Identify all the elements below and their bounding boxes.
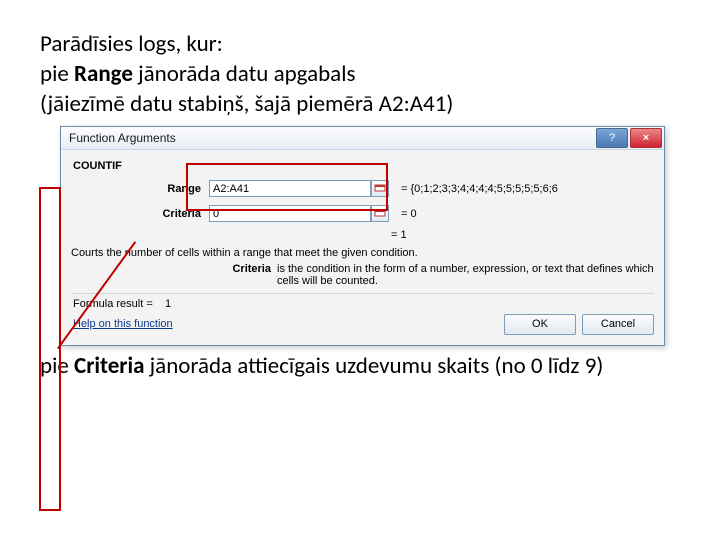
function-arguments-dialog: Function Arguments ? × COUNTIF Range = {… [60,126,665,346]
range-evaluation: = {0;1;2;3;3;4;4;4;4;5;5;5;5;5;6;6 [401,183,558,195]
close-icon: × [643,132,649,144]
dialog-title: Function Arguments [69,131,596,145]
dialog-footer: Help on this function OK Cancel [71,314,654,339]
range-input[interactable] [209,180,371,197]
arguments-area: Range = {0;1;2;3;3;4;4;4;4;5;5;5;5;5;6;6… [81,178,654,225]
criteria-label: Criteria [81,208,209,220]
collapse-icon [374,184,386,194]
intro-post: jānorāda datu apgabals [133,60,356,88]
criteria-desc-text: is the condition in the form of a number… [277,263,654,287]
ok-button[interactable]: OK [504,314,576,335]
close-button[interactable]: × [630,128,662,148]
formula-result: Formula result = 1 [73,298,654,310]
help-icon: ? [609,132,615,144]
range-collapse-button[interactable] [371,180,389,197]
overall-result: = 1 [391,229,654,241]
formula-result-value: 1 [165,298,171,310]
formula-result-label: Formula result = [73,298,153,310]
criteria-row: Criteria = 0 [81,203,654,225]
intro-line-3: (jāiezīmē datu stabiņš, šajā piemērā A2:… [40,90,453,118]
criteria-input[interactable] [209,205,371,222]
cancel-button[interactable]: Cancel [582,314,654,335]
criteria-desc-label: Criteria [71,263,277,287]
outro-paragraph: pie Criteria jānorāda attiecīgais uzdevu… [40,352,680,382]
dialog-body: COUNTIF Range = {0;1;2;3;3;4;4;4;4;5;5;5… [61,150,664,345]
intro-line-1: Parādīsies logs, kur: [40,30,223,58]
divider [71,293,654,294]
outro-bold-criteria: Criteria [74,352,144,380]
criteria-input-wrap [209,205,389,222]
annotation-rect-left [39,187,61,511]
outro-pre: pie [40,352,74,380]
range-input-wrap [209,180,389,197]
outro-post: jānorāda attiecīgais uzdevumu skaits (no… [144,352,603,380]
titlebar[interactable]: Function Arguments ? × [61,127,664,150]
intro-pre: pie [40,60,74,88]
function-name: COUNTIF [73,160,654,172]
range-label: Range [81,183,209,195]
dialog-container: Function Arguments ? × COUNTIF Range = {… [60,126,665,346]
criteria-description-row: Criteria is the condition in the form of… [71,263,654,287]
function-description: Courts the number of cells within a rang… [71,247,654,259]
help-link[interactable]: Help on this function [73,318,173,330]
range-row: Range = {0;1;2;3;3;4;4;4;4;5;5;5;5;5;6;6 [81,178,654,200]
criteria-collapse-button[interactable] [371,205,389,222]
help-button[interactable]: ? [596,128,628,148]
criteria-evaluation: = 0 [401,208,417,220]
intro-bold-range: Range [74,60,133,88]
intro-paragraph: Parādīsies logs, kur: pie Range jānorāda… [40,30,680,120]
collapse-icon [374,209,386,219]
